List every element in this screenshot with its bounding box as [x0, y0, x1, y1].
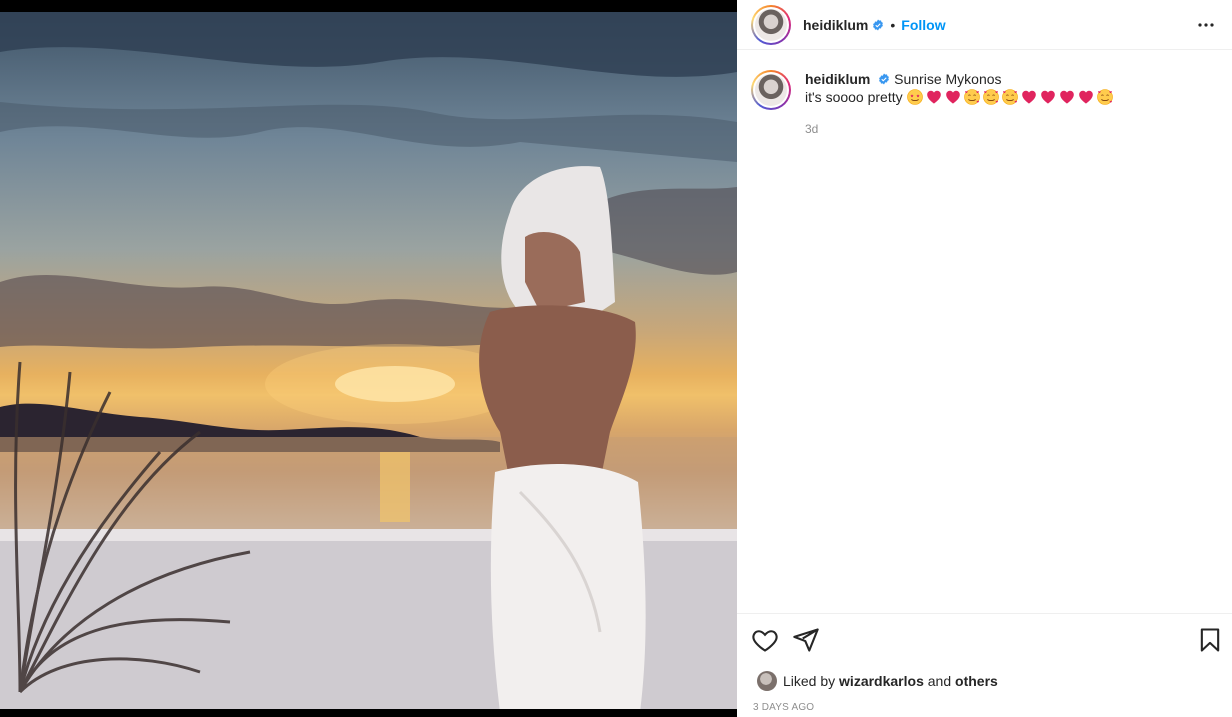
author-avatar[interactable]	[751, 4, 791, 45]
heart-emoji-icon	[945, 89, 964, 105]
liked-by-row: Liked by wizardkarlos and others	[757, 671, 998, 691]
heart-emoji-icon	[1078, 89, 1097, 105]
post-header: heidiklum • Follow	[737, 0, 1232, 50]
liker-avatar[interactable]	[757, 671, 777, 691]
heart-emoji-icon	[1021, 89, 1040, 105]
smiling-hearts-emoji-icon	[963, 89, 983, 105]
smiling-hearts-emoji-icon	[1001, 89, 1021, 105]
heart-emoji-icon	[1040, 89, 1059, 105]
caption-title: Sunrise Mykonos	[894, 71, 1002, 87]
verified-badge-icon	[873, 19, 884, 30]
liked-by-others[interactable]: others	[955, 673, 998, 689]
liked-by-and: and	[927, 673, 952, 689]
post-caption: heidiklum Sunrise Mykonos it's soooo pre…	[737, 50, 1232, 138]
heart-emoji-icon	[926, 89, 945, 105]
post-date[interactable]: 3 DAYS AGO	[753, 702, 814, 713]
follow-button[interactable]: Follow	[901, 17, 945, 33]
author-username[interactable]: heidiklum	[803, 17, 868, 33]
like-heart-icon[interactable]	[751, 626, 779, 654]
caption-body: it's soooo pretty	[805, 88, 1116, 106]
star-struck-emoji-icon	[906, 89, 926, 105]
verified-badge-icon	[879, 73, 890, 85]
caption-relative-time[interactable]: 3d	[805, 120, 1116, 138]
smiling-hearts-emoji-icon	[982, 89, 1002, 105]
share-paper-plane-icon[interactable]	[792, 626, 820, 654]
liked-by-user[interactable]: wizardkarlos	[839, 673, 924, 689]
post-side-panel: heidiklum • Follow heidiklum Sunrise Myk…	[737, 0, 1232, 717]
separator-dot: •	[890, 16, 896, 33]
caption-username[interactable]: heidiklum	[805, 71, 870, 87]
smiling-hearts-emoji-icon	[1096, 89, 1116, 105]
caption-emoji-row	[906, 89, 1116, 105]
heart-emoji-icon	[1059, 89, 1078, 105]
sunset-photo-illustration	[0, 12, 737, 709]
caption-text: it's soooo pretty	[805, 89, 903, 105]
post-actions: Liked by wizardkarlos and others 3 DAYS …	[737, 613, 1232, 717]
save-bookmark-icon[interactable]	[1196, 626, 1224, 654]
caption-avatar[interactable]	[751, 70, 791, 110]
more-options-icon[interactable]	[1196, 15, 1216, 35]
liked-by-prefix: Liked by	[783, 673, 836, 689]
post-photo[interactable]	[0, 12, 737, 709]
